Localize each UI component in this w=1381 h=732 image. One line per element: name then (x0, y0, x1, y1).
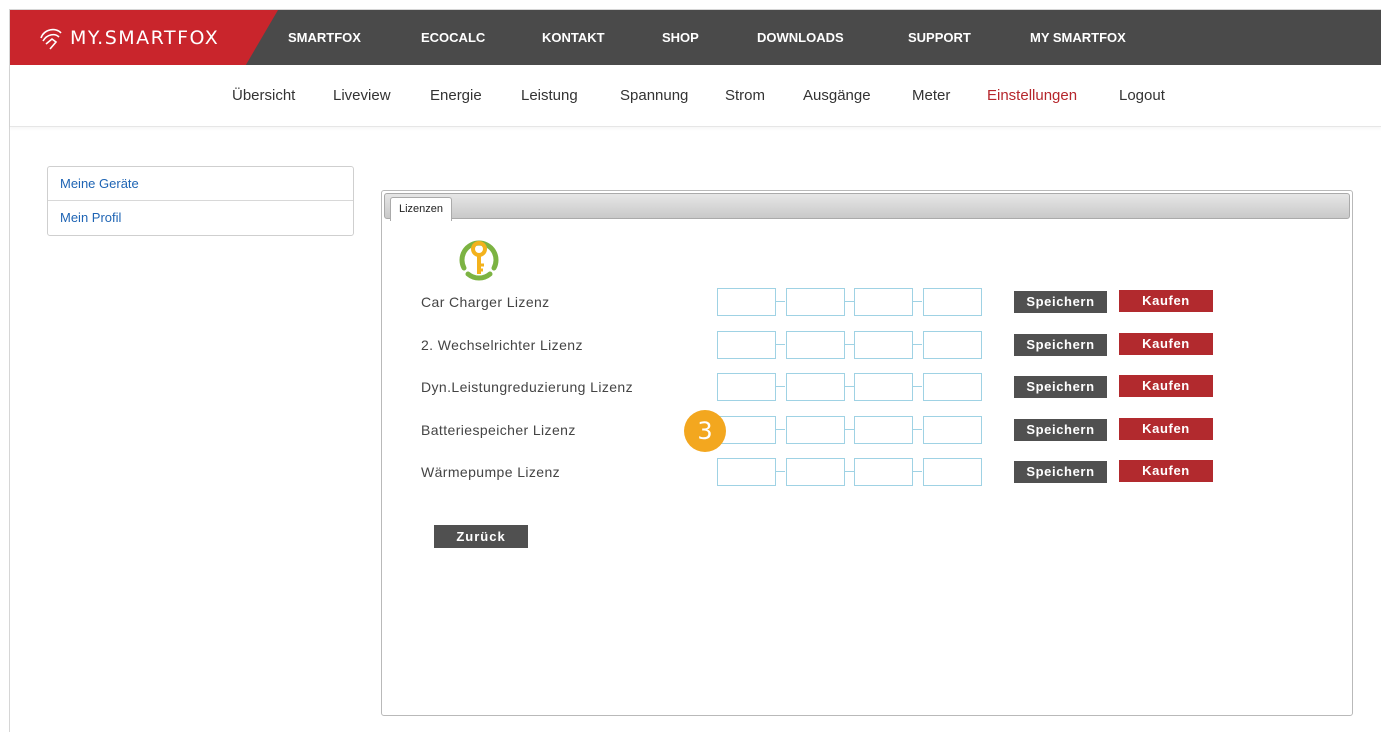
license-label: Wärmepumpe Lizenz (421, 464, 561, 480)
buy-button[interactable]: Kaufen (1119, 290, 1213, 312)
license-code-field-2[interactable] (786, 458, 845, 486)
license-code-inputs (717, 458, 983, 486)
buy-button[interactable]: Kaufen (1119, 418, 1213, 440)
save-button[interactable]: Speichern (1014, 461, 1107, 483)
back-button[interactable]: Zurück (434, 525, 528, 548)
top-nav-my-smartfox[interactable]: MY SMARTFOX (1030, 30, 1150, 45)
license-label: Car Charger Lizenz (421, 294, 550, 310)
license-code-field-2[interactable] (786, 331, 845, 359)
license-code-field-4[interactable] (923, 331, 982, 359)
license-code-inputs (717, 373, 983, 401)
sub-nav-leistung[interactable]: Leistung (521, 87, 578, 104)
code-separator (776, 386, 785, 387)
license-label: Batteriespeicher Lizenz (421, 422, 576, 438)
save-button[interactable]: Speichern (1014, 419, 1107, 441)
brand-logo[interactable]: MY.SMARTFOX (10, 10, 278, 65)
tab-lizenzen[interactable]: Lizenzen (390, 197, 453, 221)
code-separator (845, 301, 854, 302)
top-nav-support[interactable]: SUPPORT (908, 30, 998, 45)
license-code-field-1[interactable] (717, 373, 776, 401)
code-separator (913, 344, 922, 345)
save-button[interactable]: Speichern (1014, 376, 1107, 398)
license-code-inputs (717, 331, 983, 359)
license-code-field-4[interactable] (923, 373, 982, 401)
license-code-field-4[interactable] (923, 416, 982, 444)
license-code-field-1[interactable] (717, 458, 776, 486)
sub-nav-uebersicht[interactable]: Übersicht (232, 87, 295, 104)
license-code-field-1[interactable] (717, 288, 776, 316)
sub-nav-spannung[interactable]: Spannung (620, 87, 688, 104)
sub-nav-meter[interactable]: Meter (912, 87, 950, 104)
license-code-field-2[interactable] (786, 373, 845, 401)
code-separator (776, 301, 785, 302)
tab-strip: Lizenzen (384, 193, 1350, 221)
code-separator (913, 429, 922, 430)
buy-button[interactable]: Kaufen (1119, 333, 1213, 355)
license-label: Dyn.Leistungreduzierung Lizenz (421, 379, 634, 395)
license-code-field-2[interactable] (786, 288, 845, 316)
sub-nav-einstellungen[interactable]: Einstellungen (987, 87, 1077, 104)
sub-nav-strom[interactable]: Strom (725, 87, 765, 104)
sub-nav-energie[interactable]: Energie (430, 87, 482, 104)
code-separator (913, 301, 922, 302)
license-code-field-1[interactable] (717, 331, 776, 359)
sub-nav-ausgaenge[interactable]: Ausgänge (803, 87, 871, 104)
top-nav-smartfox[interactable]: SMARTFOX (288, 30, 378, 45)
license-code-field-3[interactable] (854, 288, 913, 316)
top-nav-shop[interactable]: SHOP (662, 30, 722, 45)
license-code-field-3[interactable] (854, 373, 913, 401)
license-code-field-3[interactable] (854, 331, 913, 359)
license-code-inputs (717, 288, 983, 316)
top-nav-kontakt[interactable]: KONTAKT (542, 30, 622, 45)
license-code-field-4[interactable] (923, 458, 982, 486)
side-menu-meine-geraete[interactable]: Meine Geräte (48, 167, 353, 201)
code-separator (845, 471, 854, 472)
code-separator (913, 471, 922, 472)
code-separator (776, 471, 785, 472)
top-nav-ecocalc[interactable]: ECOCALC (421, 30, 501, 45)
save-button[interactable]: Speichern (1014, 334, 1107, 356)
code-separator (913, 386, 922, 387)
step-callout-badge: 3 (684, 410, 726, 452)
license-code-field-2[interactable] (786, 416, 845, 444)
license-panel: Lizenzen (381, 190, 1353, 716)
sub-nav-logout[interactable]: Logout (1119, 87, 1165, 104)
code-separator (845, 429, 854, 430)
code-separator (776, 344, 785, 345)
side-menu: Meine Geräte Mein Profil (47, 166, 354, 236)
brand-name: MY.SMARTFOX (70, 26, 220, 49)
side-menu-mein-profil[interactable]: Mein Profil (48, 201, 353, 235)
license-label: 2. Wechselrichter Lizenz (421, 337, 583, 353)
license-code-field-4[interactable] (923, 288, 982, 316)
fox-logo-icon (40, 28, 62, 50)
code-separator (845, 344, 854, 345)
key-icon (459, 240, 499, 281)
code-separator (845, 386, 854, 387)
license-code-inputs (717, 416, 983, 444)
sub-nav: Übersicht Liveview Energie Leistung Span… (10, 65, 1381, 127)
top-nav-downloads[interactable]: DOWNLOADS (757, 30, 867, 45)
save-button[interactable]: Speichern (1014, 291, 1107, 313)
buy-button[interactable]: Kaufen (1119, 460, 1213, 482)
license-code-field-3[interactable] (854, 416, 913, 444)
license-code-field-3[interactable] (854, 458, 913, 486)
code-separator (776, 429, 785, 430)
sub-nav-liveview[interactable]: Liveview (333, 87, 391, 104)
buy-button[interactable]: Kaufen (1119, 375, 1213, 397)
top-bar: MY.SMARTFOX SMARTFOX ECOCALC KONTAKT SHO… (10, 10, 1381, 65)
